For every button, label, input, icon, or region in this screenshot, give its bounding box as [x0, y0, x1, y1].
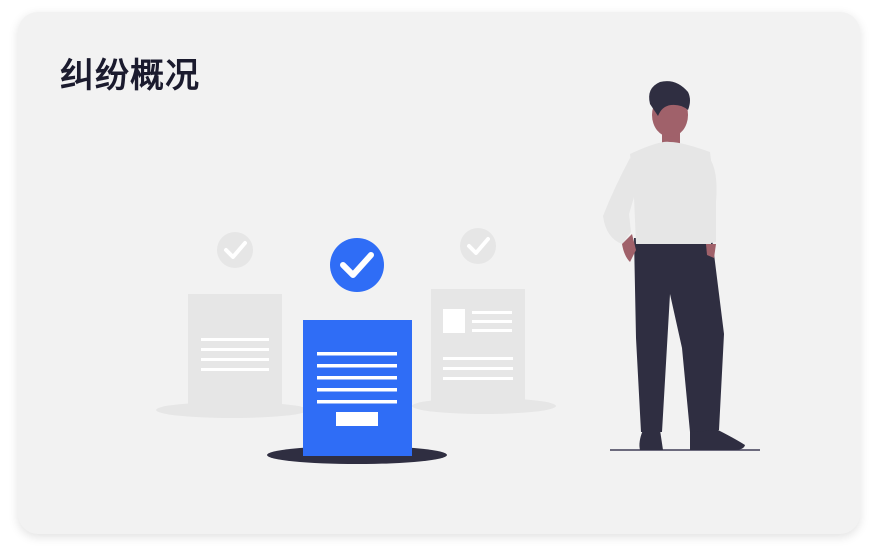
left-document: [156, 232, 308, 418]
person-figure: [603, 81, 760, 451]
right-document-photo: [443, 309, 465, 333]
right-check-icon: [460, 228, 496, 264]
center-document: [267, 238, 447, 464]
documents-illustration: [156, 81, 760, 464]
right-document-paper: [431, 289, 525, 405]
right-document: [412, 228, 556, 414]
left-document-paper: [188, 294, 282, 410]
center-document-button-shape: [336, 412, 378, 426]
center-check-icon: [330, 238, 384, 292]
dispute-overview-card: 纠纷概况: [18, 12, 860, 534]
left-check-icon: [217, 232, 253, 268]
